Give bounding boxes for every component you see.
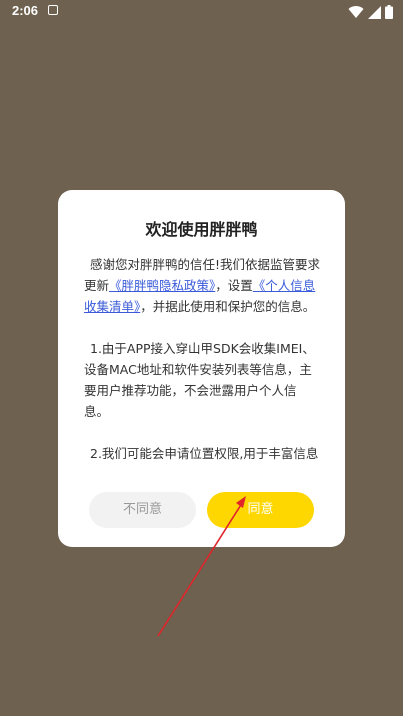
dialog-body[interactable]: 感谢您对胖胖鸭的信任!我们依据监管要求更新《胖胖鸭隐私政策》，设置《个人信息收集… bbox=[84, 254, 320, 464]
agree-button[interactable]: 同意 bbox=[207, 492, 314, 528]
status-time: 2:06 bbox=[12, 3, 39, 18]
wifi-icon bbox=[348, 6, 364, 19]
sdk-paragraph: 1.由于APP接入穿山甲SDK会收集IMEI、设备MAC地址和软件安装列表等信息… bbox=[84, 341, 315, 419]
battery-icon bbox=[385, 5, 393, 19]
status-bar: 2:06 bbox=[0, 0, 403, 24]
disagree-button[interactable]: 不同意 bbox=[89, 492, 196, 528]
dialog-title: 欢迎使用胖胖鸭 bbox=[145, 220, 258, 239]
intro-text-c: ，并据此使用和保护您的信息。 bbox=[140, 299, 316, 314]
intro-text-b: ，设置 bbox=[215, 278, 253, 293]
location-paragraph: 2.我们可能会申请位置权限,用于丰富信息推荐维度。我们可能会基于IP地址对应 bbox=[90, 446, 319, 461]
privacy-dialog: 欢迎使用胖胖鸭 感谢您对胖胖鸭的信任!我们依据监管要求更新《胖胖鸭隐私政策》，设… bbox=[58, 190, 345, 547]
status-icons bbox=[348, 4, 393, 20]
signal-icon bbox=[368, 5, 381, 19]
intro-paragraph: 感谢您对胖胖鸭的信任!我们依据监管要求更新《胖胖鸭隐私政策》，设置《个人信息收集… bbox=[84, 254, 320, 317]
notification-icon bbox=[48, 5, 58, 15]
privacy-policy-link[interactable]: 《胖胖鸭隐私政策》 bbox=[109, 278, 215, 293]
